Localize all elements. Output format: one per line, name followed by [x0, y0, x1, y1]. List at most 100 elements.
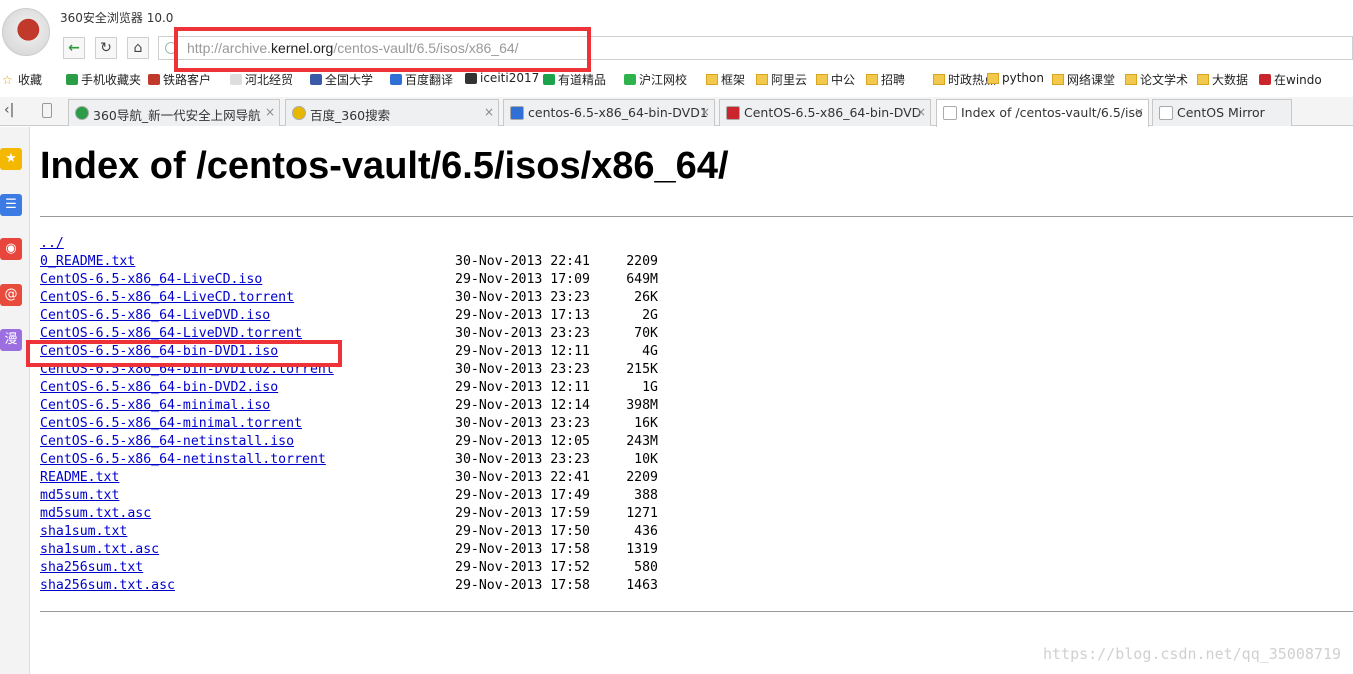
file-link[interactable]: sha256sum.txt.asc	[40, 577, 175, 595]
home-button[interactable]: ⌂	[127, 37, 149, 59]
bookmark-item[interactable]: 全国大学	[310, 71, 373, 88]
leaf-icon	[624, 74, 636, 85]
sidebar: ★ ☰ ◉ @ 漫	[0, 127, 30, 674]
folder-icon	[1052, 74, 1064, 85]
file-date: 29-Nov-2013 17:58	[455, 578, 590, 593]
mail-icon[interactable]: @	[0, 284, 22, 306]
bookmark-label: 百度翻译	[405, 73, 454, 87]
file-link[interactable]: sha1sum.txt.asc	[40, 541, 159, 559]
bookmark-item[interactable]: 有道精品	[543, 71, 606, 88]
favorites-star-icon[interactable]: ★	[0, 148, 22, 170]
tab[interactable]: CentOS-6.5-x86_64-bin-DVD ×	[719, 99, 931, 126]
bookmark-item[interactable]: 在windo	[1259, 71, 1322, 88]
folder-icon	[706, 74, 718, 85]
tab-label: Index of /centos-vault/6.5/iso	[961, 105, 1143, 120]
watermark: https://blog.csdn.net/qq_35008719	[1042, 645, 1341, 663]
file-date: 30-Nov-2013 22:41	[455, 254, 590, 269]
file-date: 29-Nov-2013 17:13	[455, 308, 590, 323]
tab[interactable]: CentOS Mirror	[1152, 99, 1292, 126]
tab[interactable]: Index of /centos-vault/6.5/iso ×	[936, 99, 1149, 127]
bookmark-item[interactable]: ☆ 收藏	[2, 71, 42, 88]
tab-label: 百度_360搜索	[310, 108, 391, 123]
page-title: Index of /centos-vault/6.5/isos/x86_64/	[40, 145, 729, 187]
tab-close-icon[interactable]: ×	[484, 105, 494, 119]
file-link[interactable]: md5sum.txt.asc	[40, 505, 151, 523]
tab-label: 360导航_新一代安全上网导航	[93, 108, 261, 123]
file-link[interactable]: CentOS-6.5-x86_64-bin-DVD2.iso	[40, 379, 278, 397]
nav360-icon	[75, 106, 89, 120]
file-date: 30-Nov-2013 23:23	[455, 290, 590, 305]
file-size: 16K	[634, 416, 658, 431]
bookmark-label: 大数据	[1212, 73, 1249, 87]
globe-icon	[310, 74, 322, 85]
tab-close-icon[interactable]: ×	[916, 105, 926, 119]
bookmark-item[interactable]: 河北经贸	[230, 71, 293, 88]
bookmark-item[interactable]: python	[987, 71, 1044, 85]
tab[interactable]: centos-6.5-x86_64-bin-DVD1 ×	[503, 99, 715, 126]
file-size: 2209	[626, 470, 658, 485]
tab-close-icon[interactable]: ×	[265, 105, 275, 119]
top-divider	[40, 216, 1353, 217]
bookmark-item[interactable]: 大数据	[1197, 71, 1248, 88]
file-link[interactable]: 0_README.txt	[40, 253, 135, 271]
bookmark-item[interactable]: 铁路客户	[148, 71, 211, 88]
tab-scroll-left-icon[interactable]: ‹|	[4, 102, 14, 118]
bookmark-item[interactable]: 中公	[816, 71, 855, 88]
file-link[interactable]: CentOS-6.5-x86_64-LiveCD.iso	[40, 271, 262, 289]
back-button[interactable]: ←	[63, 37, 85, 59]
bottom-divider	[40, 611, 1353, 612]
bookmark-item[interactable]: 招聘	[866, 71, 905, 88]
bookmark-label: 河北经贸	[245, 73, 294, 87]
bookmark-item[interactable]: 论文学术	[1125, 71, 1188, 88]
bookmark-item[interactable]: iceiti2017	[465, 71, 539, 85]
file-link[interactable]: CentOS-6.5-x86_64-netinstall.iso	[40, 433, 294, 451]
bookmark-label: 有道精品	[558, 73, 607, 87]
file-link[interactable]: sha256sum.txt	[40, 559, 143, 577]
bookmark-item[interactable]: 框架	[706, 71, 745, 88]
bookmark-label: 全国大学	[325, 73, 374, 87]
parent-dir-link[interactable]: ../	[40, 235, 64, 253]
bookmark-label: 沪江网校	[639, 73, 688, 87]
bookmark-label: 阿里云	[771, 73, 808, 87]
file-link[interactable]: CentOS-6.5-x86_64-LiveCD.torrent	[40, 289, 294, 307]
bookmark-item[interactable]: 网络课堂	[1052, 71, 1115, 88]
youdao-icon	[543, 74, 555, 85]
tab[interactable]: 百度_360搜索 ×	[285, 99, 499, 126]
file-date: 29-Nov-2013 12:14	[455, 398, 590, 413]
file-date: 29-Nov-2013 17:09	[455, 272, 590, 287]
bookmark-item[interactable]: 百度翻译	[390, 71, 453, 88]
tab-close-icon[interactable]: ×	[1134, 105, 1144, 119]
news-icon[interactable]: ☰	[0, 194, 22, 216]
url-highlight-box	[174, 27, 591, 72]
bookmark-item[interactable]: 阿里云	[756, 71, 807, 88]
tab[interactable]: 360导航_新一代安全上网导航 ×	[68, 99, 280, 126]
folder-icon	[816, 74, 828, 85]
refresh-button[interactable]: ↻	[95, 37, 117, 59]
file-link[interactable]: md5sum.txt	[40, 487, 119, 505]
file-size: 649M	[626, 272, 658, 287]
file-link[interactable]: sha1sum.txt	[40, 523, 127, 541]
bookmark-label: 论文学术	[1140, 73, 1189, 87]
weibo-icon[interactable]: ◉	[0, 238, 22, 260]
page-icon	[1159, 106, 1173, 120]
file-link[interactable]: CentOS-6.5-x86_64-netinstall.torrent	[40, 451, 326, 469]
tab-close-icon[interactable]: ×	[700, 105, 710, 119]
comic-icon[interactable]: 漫	[0, 329, 22, 351]
folder-icon	[933, 74, 945, 85]
file-size: 2209	[626, 254, 658, 269]
file-date: 29-Nov-2013 17:50	[455, 524, 590, 539]
mobile-icon[interactable]	[42, 103, 52, 118]
bookmark-item[interactable]: 沪江网校	[624, 71, 687, 88]
file-date: 30-Nov-2013 23:23	[455, 452, 590, 467]
file-link[interactable]: CentOS-6.5-x86_64-minimal.iso	[40, 397, 270, 415]
file-link[interactable]: README.txt	[40, 469, 119, 487]
folder-icon	[866, 74, 878, 85]
file-link[interactable]: CentOS-6.5-x86_64-LiveDVD.iso	[40, 307, 270, 325]
bookmark-item[interactable]: 手机收藏夹	[66, 71, 141, 88]
tab-strip: ‹| 360导航_新一代安全上网导航 × 百度_360搜索 × centos-6.5-x…	[0, 97, 1353, 127]
folder-icon	[987, 72, 999, 84]
baidu-paw-icon	[510, 106, 524, 120]
github-icon	[465, 72, 477, 84]
tab-label: centos-6.5-x86_64-bin-DVD1	[528, 105, 708, 120]
file-link[interactable]: CentOS-6.5-x86_64-minimal.torrent	[40, 415, 302, 433]
